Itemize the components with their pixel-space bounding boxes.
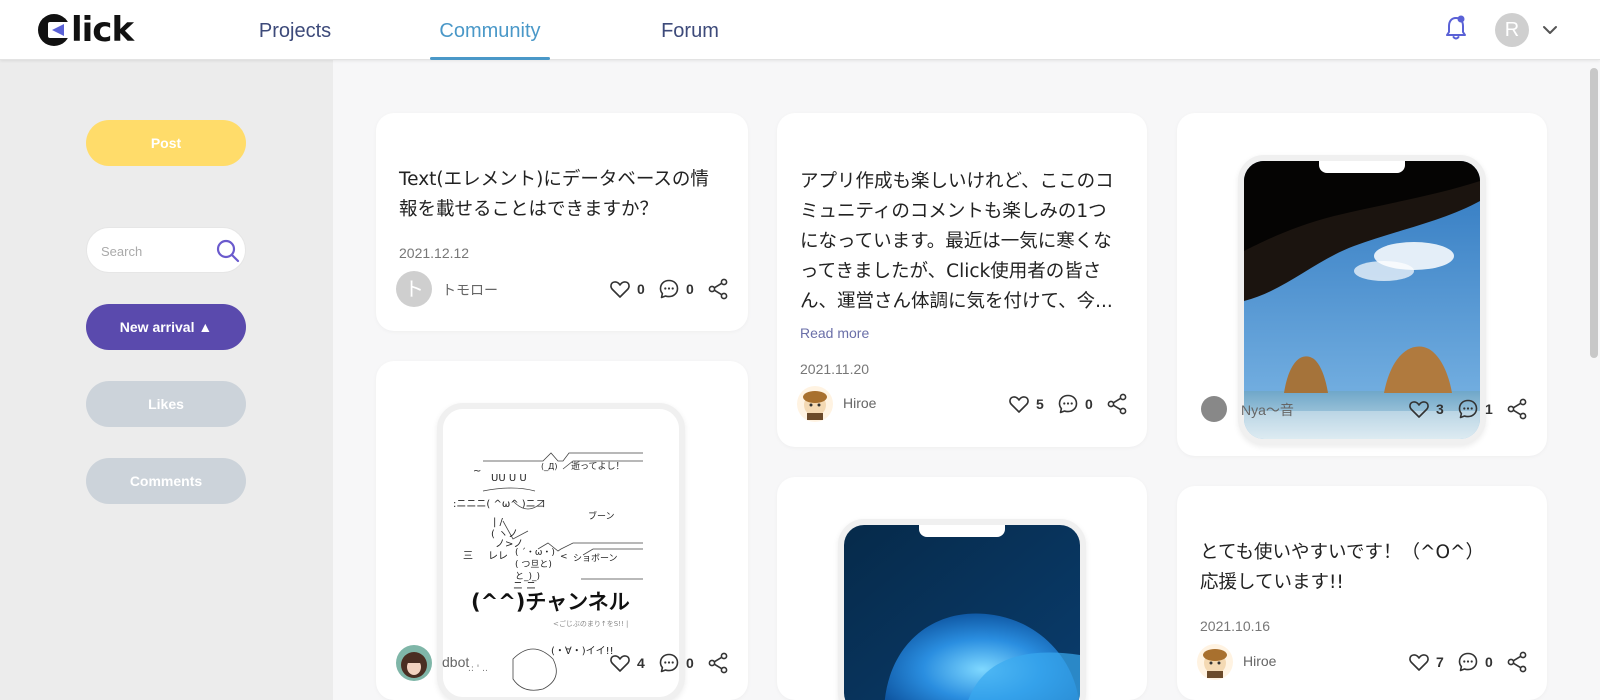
user-name[interactable]: Nya～音 <box>1241 400 1294 420</box>
post-date: 2021.11.20 <box>800 361 870 377</box>
avatar[interactable] <box>396 645 432 681</box>
svg-text:( ´・ω・): ( ´・ω・) <box>515 547 555 558</box>
svg-text:逝ってよし！: 逝ってよし！ <box>571 460 625 472</box>
like-count: 3 <box>1436 401 1444 417</box>
share-icon[interactable] <box>1505 397 1529 421</box>
comment-icon[interactable] <box>1456 650 1480 674</box>
post-footer: dbot 4 0 <box>396 645 730 681</box>
bell-icon[interactable] <box>1444 14 1468 42</box>
post-card[interactable] <box>777 477 1147 700</box>
click-logo[interactable]: lick <box>38 10 134 50</box>
svg-text:ブーン: ブーン <box>588 510 615 522</box>
heart-icon[interactable] <box>1407 650 1431 674</box>
comment-count: 0 <box>1485 654 1493 670</box>
user-avatar-menu[interactable]: R <box>1495 13 1529 47</box>
chevron-down-icon[interactable] <box>1540 20 1560 40</box>
avatar[interactable]: ト <box>396 271 432 307</box>
tab-projects[interactable]: Projects <box>240 0 350 60</box>
hiroe-avatar-image <box>797 386 833 422</box>
likes-sort-button[interactable]: Likes <box>86 381 246 427</box>
heart-icon[interactable] <box>1407 397 1431 421</box>
post-card[interactable]: Nya～音 3 1 <box>1177 113 1547 456</box>
post-card[interactable]: とても使いやすいです！（^O^） 応援しています!! 2021.10.16 Hi… <box>1177 486 1547 700</box>
post-image[interactable] <box>844 525 1080 700</box>
vertical-scrollbar[interactable] <box>1590 68 1598 358</box>
share-icon[interactable] <box>706 651 730 675</box>
svg-text:<: < <box>560 552 568 562</box>
svg-text:( つ旦と): ( つ旦と) <box>515 559 552 570</box>
avatar[interactable] <box>1201 396 1227 422</box>
phone-notch <box>919 525 1005 537</box>
sidebar: Post New arrival ▲ Likes Comments <box>0 60 333 700</box>
post-button[interactable]: Post <box>86 120 246 166</box>
svg-text:~: ~ <box>473 466 481 477</box>
post-text: とても使いやすいです！（^O^） 応援しています!! <box>1200 542 1485 593</box>
svg-text:(_Д): (_Д) <box>541 462 558 471</box>
search-box <box>86 227 246 273</box>
tab-forum[interactable]: Forum <box>650 0 730 60</box>
like-count: 7 <box>1436 654 1444 670</box>
search-icon[interactable] <box>215 238 241 264</box>
comment-count: 0 <box>686 281 694 297</box>
post-stats: 5 0 <box>1007 392 1129 416</box>
logo-text: lick <box>71 10 134 50</box>
top-header: lick Projects Community Forum R <box>0 0 1600 60</box>
like-count: 5 <box>1036 396 1044 412</box>
search-input[interactable] <box>101 240 201 262</box>
like-count: 4 <box>637 655 645 671</box>
share-icon[interactable] <box>1105 392 1129 416</box>
post-text: アプリ作成も楽しいけれど、ここのコ ミュニティのコメントも楽しみの1つ になって… <box>800 171 1114 312</box>
post-footer: Nya～音 3 1 <box>1197 391 1529 427</box>
logo-c-mark <box>38 14 70 46</box>
heart-icon[interactable] <box>608 277 632 301</box>
new-arrival-sort-button[interactable]: New arrival ▲ <box>86 304 246 350</box>
post-text: Text(エレメント)にデータベースの情 報を載せることはできますか？ <box>399 169 709 220</box>
phone-notch <box>1319 161 1405 173</box>
svg-text:| /: | / <box>493 517 504 528</box>
post-date: 2021.12.12 <box>399 245 470 261</box>
heart-icon[interactable] <box>1007 392 1031 416</box>
svg-text:レレ: レレ <box>488 551 508 562</box>
comment-count: 1 <box>1485 401 1493 417</box>
post-footer: ト トモロー 0 0 <box>396 271 730 307</box>
avatar[interactable] <box>797 386 833 422</box>
read-more-link[interactable]: Read more <box>800 325 869 341</box>
svg-text::ニニニ( ^ω^ )ニコ: :ニニニ( ^ω^ )ニコ <box>453 499 546 510</box>
tab-community[interactable]: Community <box>430 0 550 60</box>
post-date: 2021.10.16 <box>1200 618 1271 634</box>
hiroe-avatar-image <box>1197 644 1233 680</box>
like-count: 0 <box>637 281 645 297</box>
user-name[interactable]: dbot <box>442 654 469 670</box>
comment-icon[interactable] <box>1456 397 1480 421</box>
comment-icon[interactable] <box>657 277 681 301</box>
post-card[interactable]: Text(エレメント)にデータベースの情 報を載せることはできますか？ 2021… <box>376 113 748 331</box>
user-name[interactable]: Hiroe <box>843 395 876 411</box>
heart-icon[interactable] <box>608 651 632 675</box>
post-stats: 0 0 <box>608 277 730 301</box>
comment-icon[interactable] <box>1056 392 1080 416</box>
post-footer: Hiroe 5 0 <box>797 386 1129 422</box>
share-icon[interactable] <box>706 277 730 301</box>
phone-frame <box>838 519 1086 700</box>
comment-count: 0 <box>1085 396 1093 412</box>
avatar[interactable] <box>1197 644 1233 680</box>
post-card[interactable]: ~ UU U U (_Д) 逝ってよし！ :ニニニ( ^ω^ )ニコ ブーン |… <box>376 361 748 700</box>
post-card[interactable]: アプリ作成も楽しいけれど、ここのコ ミュニティのコメントも楽しみの1つ になって… <box>777 113 1147 447</box>
user-name[interactable]: トモロー <box>442 280 498 300</box>
svg-text:UU U U: UU U U <box>491 473 527 484</box>
comment-icon[interactable] <box>657 651 681 675</box>
post-stats: 4 0 <box>608 651 730 675</box>
user-name[interactable]: Hiroe <box>1243 653 1276 669</box>
anime-avatar-image <box>396 645 432 681</box>
svg-text:三: 三 <box>463 551 473 562</box>
comments-sort-button[interactable]: Comments <box>86 458 246 504</box>
post-footer: Hiroe 7 0 <box>1197 644 1529 680</box>
svg-text:<ごじぶのまり↑をS!! |: <ごじぶのまり↑をS!! | <box>553 619 628 628</box>
svg-text:ショボーン: ショボーン <box>573 553 618 564</box>
post-stats: 7 0 <box>1407 650 1529 674</box>
share-icon[interactable] <box>1505 650 1529 674</box>
post-stats: 3 1 <box>1407 397 1529 421</box>
comment-count: 0 <box>686 655 694 671</box>
image-title: (^^)チャンネル <box>471 590 630 614</box>
